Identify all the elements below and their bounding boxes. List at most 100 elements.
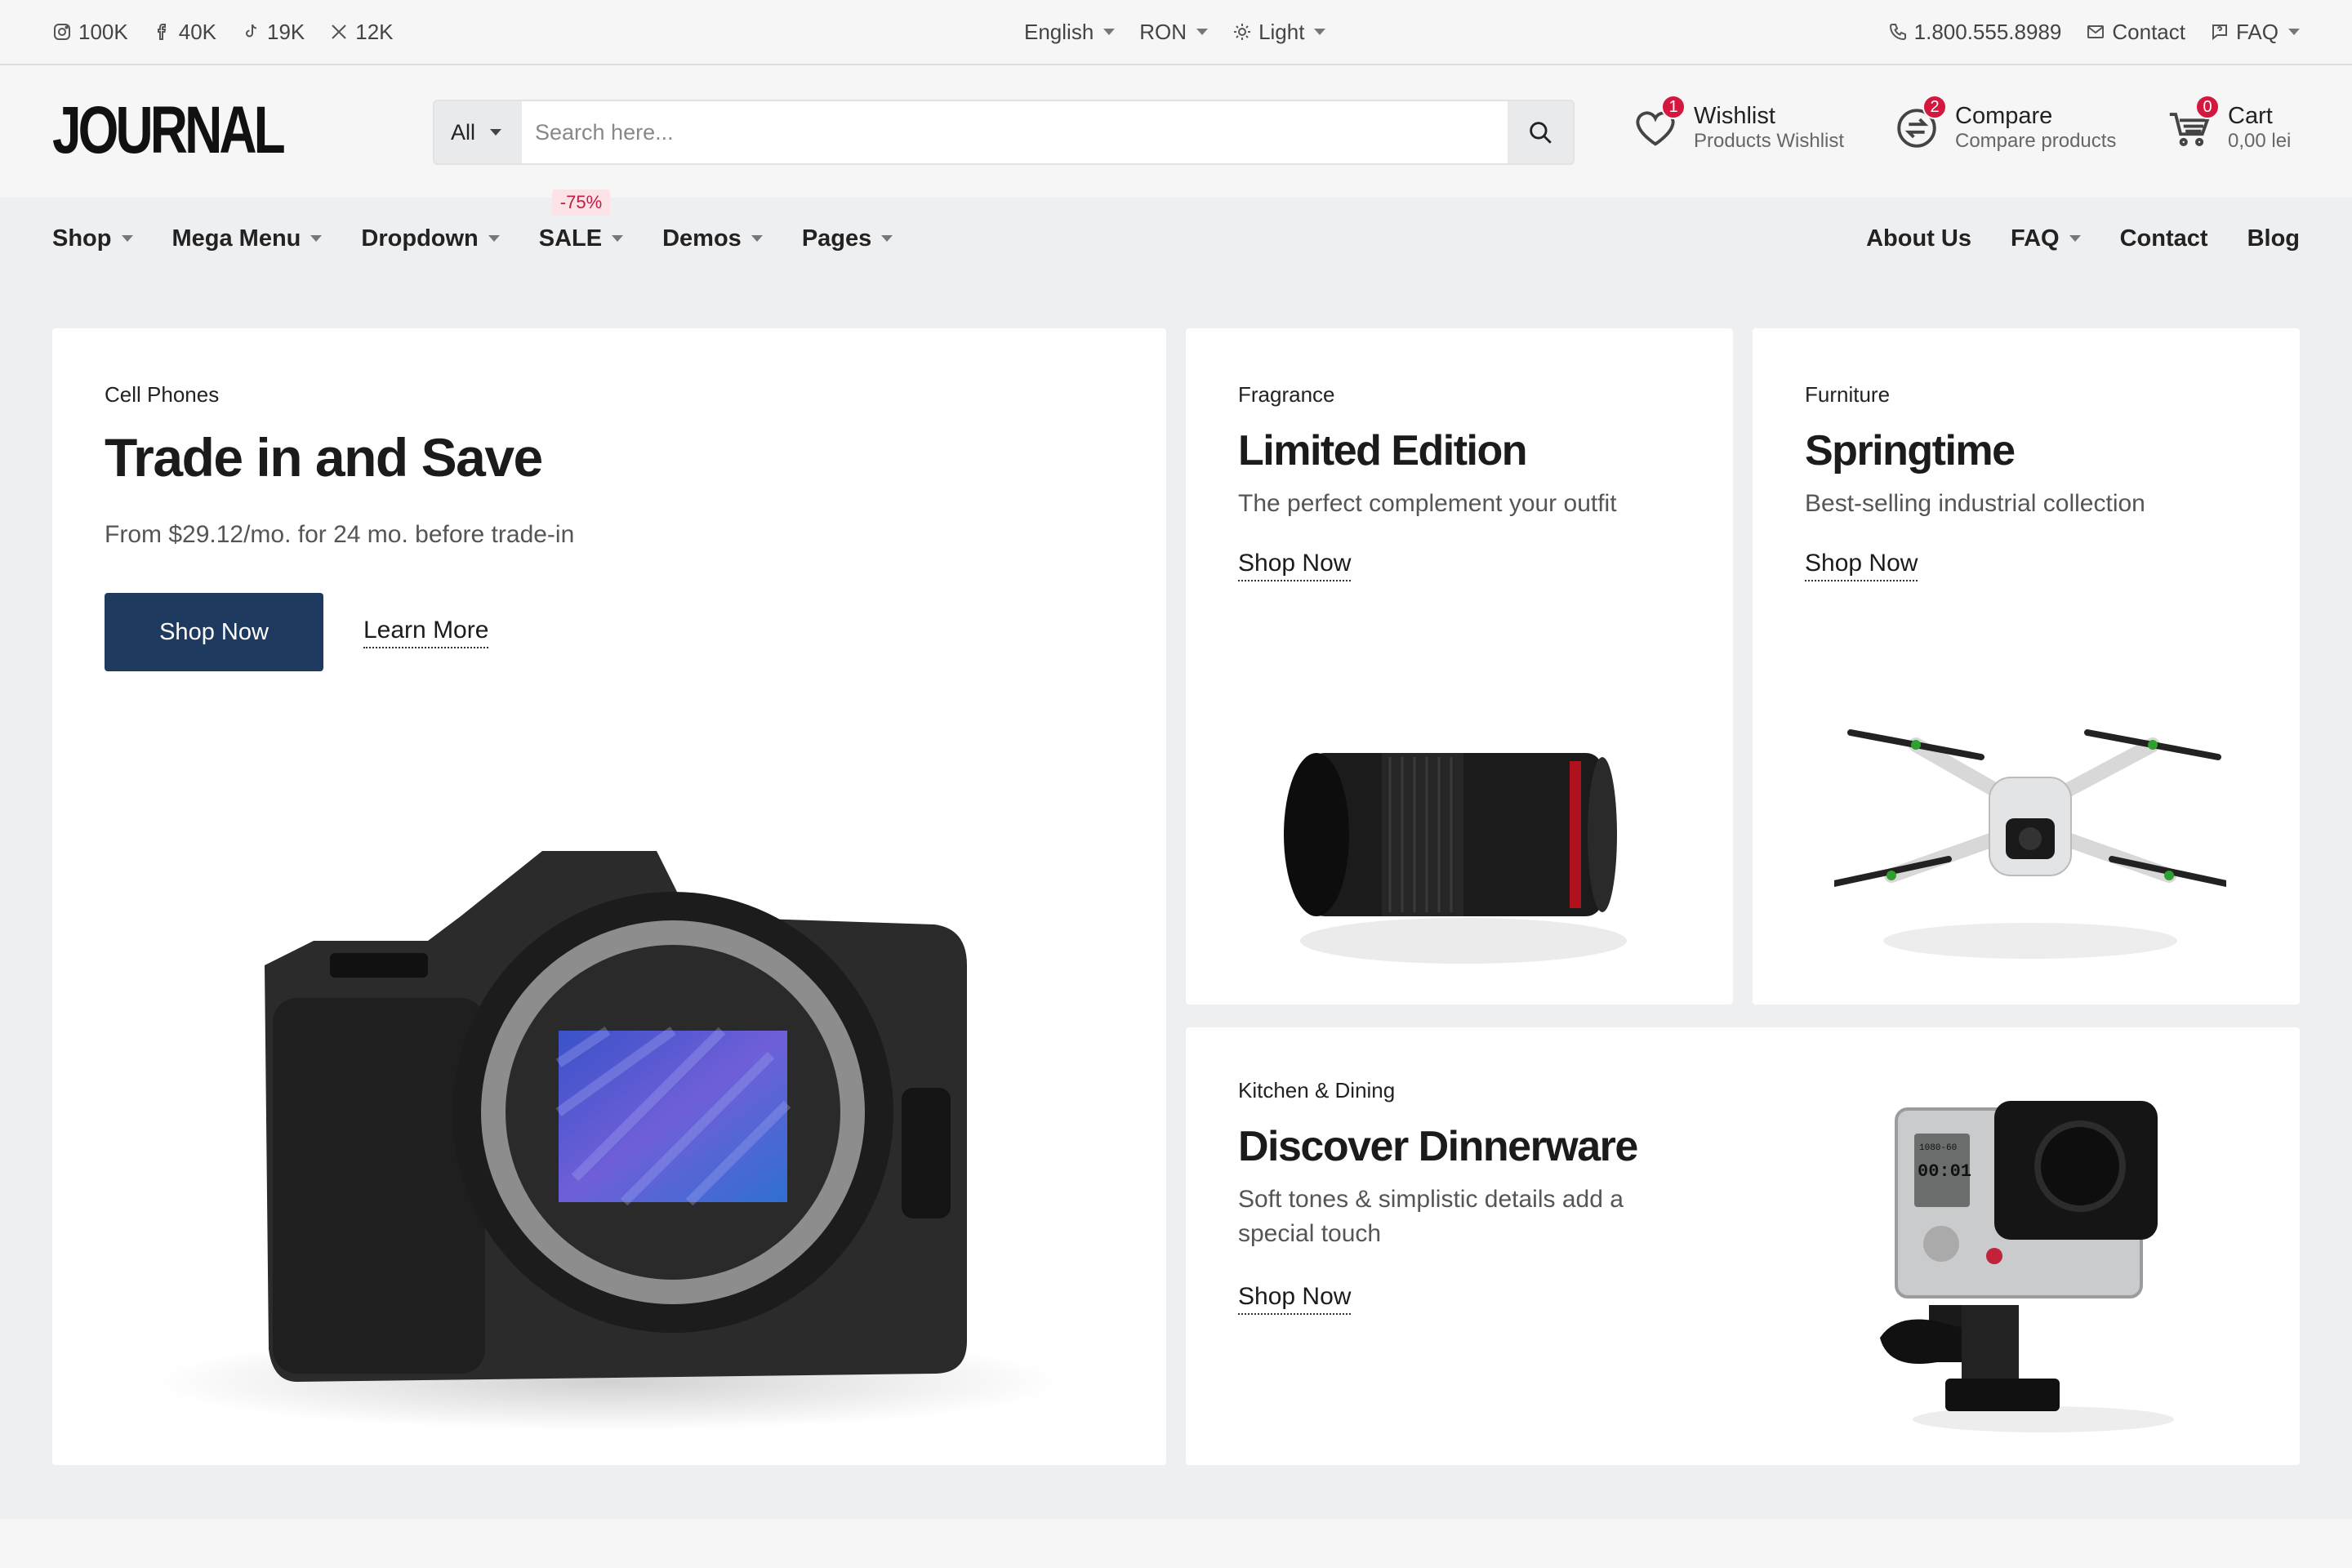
faq-label: FAQ [2235,19,2278,44]
card-title: Discover Dinnerware [1238,1123,1638,1170]
wishlist-count-badge: 1 [1661,95,1686,119]
cart-total: 0,00 lei [2228,130,2292,152]
card-title: Trade in and Save [105,427,543,488]
nav-item-label: FAQ [2010,225,2060,252]
social-tiktok[interactable]: 19K [241,20,305,45]
search-input[interactable] [522,101,1508,163]
nav-item-contact[interactable]: Contact [2120,225,2208,252]
chevron-down-icon [1314,29,1326,35]
shop-now-button[interactable]: Shop Now [105,593,323,671]
social-links: 100K 40K 19K 12K [52,0,394,64]
sun-icon [1234,24,1251,40]
compare-icon-wrap: 2 [1893,95,1947,152]
main-nav-right: About Us FAQ Contact Blog [1827,198,2300,279]
top-bar: 100K 40K 19K 12K English RON Light 1.800… [0,0,2352,65]
nav-item-demos[interactable]: Demos [662,225,763,252]
nav-item-about-us[interactable]: About Us [1866,225,1971,252]
preferences: English RON Light [1024,0,1326,64]
compare-subtitle: Compare products [1955,130,2117,152]
nav-item-label: Demos [662,225,742,252]
sale-discount-badge: -75% [551,189,611,216]
promo-card-fragrance: Fragrance Limited Edition The perfect co… [1186,328,1733,1004]
search-bar: All [433,100,1575,165]
cart-icon-wrap: 0 [2166,95,2220,152]
chevron-down-icon [310,235,323,242]
nav-item-label: Blog [2247,225,2300,252]
search-button[interactable] [1508,101,1573,163]
phone-number: 1.800.555.8989 [1913,19,2062,44]
social-x[interactable]: 12K [329,20,394,45]
social-count: 19K [267,19,305,44]
wishlist-subtitle: Products Wishlist [1694,130,1845,152]
main-nav: Shop Mega Menu Dropdown -75% SALE Demos … [0,189,2352,279]
nav-item-dropdown[interactable]: Dropdown [361,225,500,252]
instagram-icon [54,24,70,40]
promo-card-kitchen: Kitchen & Dining Discover Dinnerware Sof… [1186,1027,2300,1465]
cart-link[interactable]: 0 Cart 0,00 lei [2166,95,2292,154]
learn-more-link[interactable]: Learn More [363,616,489,648]
theme-selector[interactable]: Light [1232,19,1326,45]
contact-label: Contact [2112,19,2185,44]
chevron-down-icon [751,235,763,242]
nav-item-label: Shop [52,225,112,252]
card-category: Cell Phones [105,382,220,407]
chevron-down-icon [121,235,133,242]
chevron-down-icon [2069,235,2081,242]
nav-item-label: Dropdown [361,225,479,252]
currency-label: RON [1139,19,1187,44]
search-category-dropdown[interactable]: All [434,101,522,163]
contact-link[interactable]: Contact [2086,20,2185,45]
nav-item-label: About Us [1866,225,1971,252]
chevron-down-icon [1103,29,1116,35]
shop-now-link[interactable]: Shop Now [1805,549,1918,581]
nav-item-shop[interactable]: Shop [52,225,133,252]
theme-label: Light [1258,19,1305,44]
mail-icon [2087,25,2105,38]
currency-selector[interactable]: RON [1139,19,1209,45]
search-icon [1530,122,1552,144]
header: JOURNAL All 1 Wishlist Products Wishlist… [0,65,2352,198]
footer-band [0,1519,2352,1568]
card-category: Fragrance [1238,382,1335,407]
wishlist-link[interactable]: 1 Wishlist Products Wishlist [1632,95,1845,154]
compare-link[interactable]: 2 Compare Compare products [1893,95,2117,154]
phone-link[interactable]: 1.800.555.8989 [1888,19,2062,45]
shop-now-link[interactable]: Shop Now [1238,549,1352,581]
card-subtitle: From $29.12/mo. for 24 mo. before trade-… [105,521,575,548]
social-facebook[interactable]: 40K [153,20,216,45]
card-title: Limited Edition [1238,427,1528,474]
logo[interactable]: JOURNAL [52,97,286,164]
search-category-label: All [451,119,476,145]
social-instagram[interactable]: 100K [52,20,128,45]
language-selector[interactable]: English [1024,19,1116,45]
shop-now-link[interactable]: Shop Now [1238,1282,1352,1315]
language-label: English [1024,19,1094,44]
card-subtitle: Best-selling industrial collection [1805,490,2145,517]
compare-title: Compare [1955,103,2053,129]
card-category: Furniture [1805,382,1891,407]
help-icon [2212,24,2227,41]
nav-item-label: Pages [801,225,872,252]
card-subtitle: The perfect complement your outfit [1238,490,1617,517]
nav-item-pages[interactable]: Pages [802,225,893,252]
compare-count-badge: 2 [1922,95,1947,119]
card-subtitle-line: special touch [1238,1220,1382,1247]
camera-screen-time: 00:01 [1918,1161,1971,1182]
cart-count-badge: 0 [2195,95,2220,119]
promo-card-cell-phones: Cell Phones Trade in and Save From $29.1… [52,328,1166,1465]
chevron-down-icon [612,235,624,242]
nav-item-sale[interactable]: -75% SALE [538,189,624,252]
nav-item-faq[interactable]: FAQ [2011,225,2081,252]
nav-item-blog[interactable]: Blog [2247,225,2300,252]
wishlist-icon-wrap: 1 [1632,95,1686,152]
faq-link[interactable]: FAQ [2210,20,2300,45]
drone-image [1834,729,2226,959]
promo-card-furniture: Furniture Springtime Best-selling indust… [1753,328,2300,1004]
chevron-down-icon [881,235,893,242]
card-category: Kitchen & Dining [1238,1078,1396,1102]
chevron-down-icon [2288,29,2300,35]
nav-item-label: SALE [538,225,603,252]
main-nav-left: Shop Mega Menu Dropdown -75% SALE Demos … [52,189,932,279]
nav-item-mega-menu[interactable]: Mega Menu [172,225,323,252]
lens-image [1284,753,1627,964]
